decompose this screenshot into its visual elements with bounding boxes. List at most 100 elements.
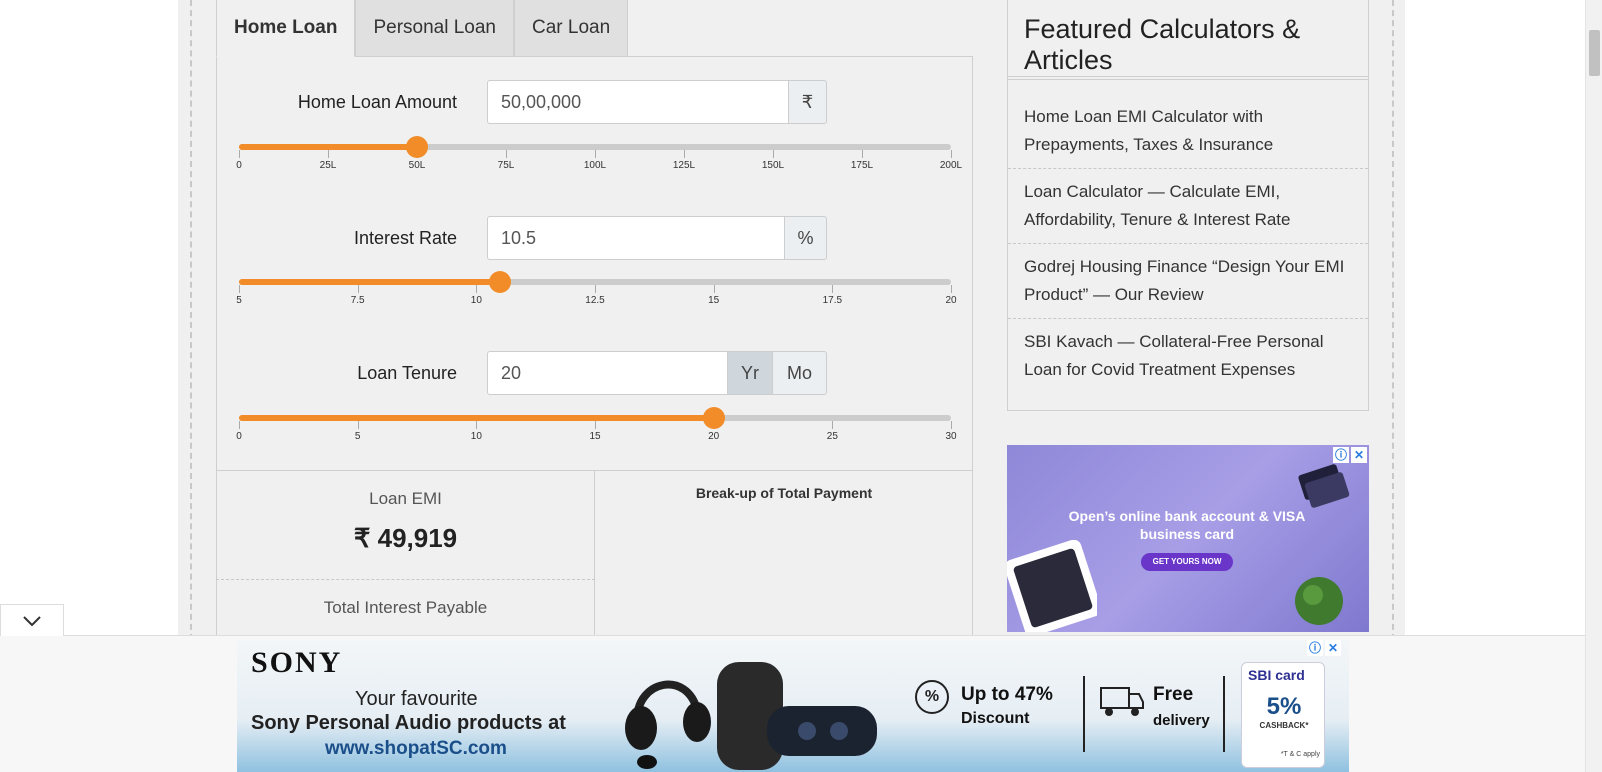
loan-emi-label: Loan EMI (369, 489, 442, 508)
rupee-addon: ₹ (788, 80, 827, 124)
slider-tick-label: 150L (761, 160, 785, 171)
loan-amount-input[interactable] (487, 80, 789, 124)
tablet-illustration (1007, 540, 1097, 632)
slider-tick (951, 421, 952, 429)
info-icon[interactable]: ⓘ (1307, 640, 1323, 656)
slider-thumb[interactable] (702, 407, 725, 429)
slider-tick-label: 0 (236, 431, 242, 442)
slider-tick-label: 30 (945, 431, 957, 442)
slider-tick-label: 12.5 (585, 295, 605, 306)
promo-free-sub: delivery (1153, 712, 1210, 729)
slider-tick-label: 20 (945, 295, 957, 306)
slider-tick-label: 25 (826, 431, 838, 442)
results-divider (216, 579, 595, 580)
close-icon[interactable]: ✕ (1325, 640, 1341, 656)
slider-tick-label: 200L (939, 160, 963, 171)
breakup-chart-title: Break-up of Total Payment (695, 485, 873, 501)
slider-tick (476, 421, 478, 429)
slider-tick-label: 5 (236, 295, 242, 306)
tenure-month-toggle[interactable]: Mo (772, 351, 827, 395)
slider-tick (832, 421, 834, 429)
slider-tick (328, 150, 329, 158)
slider-tick (595, 150, 596, 158)
tab-home-loan[interactable]: Home Loan (216, 0, 356, 57)
info-icon[interactable]: ⓘ (1333, 447, 1349, 463)
bottom-ad-controls: ⓘ ✕ (1307, 640, 1341, 656)
interest-rate-slider[interactable]: 5 7.5 10 12.5 15 17.5 20 (236, 271, 957, 315)
loan-type-tabs: Home Loan Personal Loan Car Loan (216, 0, 629, 57)
bottom-advertisement[interactable]: SONY Your favourite Sony Personal Audio … (237, 640, 1349, 772)
sony-logo: SONY (251, 646, 343, 679)
featured-article-link[interactable]: SBI Kavach — Collateral-Free Personal Lo… (1008, 328, 1368, 384)
slider-tick-label: 7.5 (350, 295, 365, 306)
article-divider (1008, 243, 1368, 244)
slider-tick (832, 285, 834, 293)
loan-amount-slider[interactable]: 0 25L 50L 75L 100L 125L 150L 175L 200L (236, 136, 962, 180)
interest-rate-label: Interest Rate (353, 228, 457, 248)
truck-icon (1100, 687, 1144, 716)
featured-article-link[interactable]: Loan Calculator — Calculate EMI, Afforda… (1008, 178, 1368, 234)
slider-tick (684, 150, 685, 158)
slider-tick (595, 285, 596, 293)
tenure-year-toggle[interactable]: Yr (727, 351, 773, 395)
ad-line-1: Your favourite (355, 688, 478, 710)
slider-thumb[interactable] (406, 136, 428, 158)
loan-tenure-row: Loan Tenure Yr Mo (216, 351, 973, 395)
promo-discount-title: Up to 47% (961, 684, 1053, 705)
slider-tick-label: 25L (319, 160, 337, 171)
slider-fill (239, 279, 501, 285)
slider-tick (357, 285, 359, 293)
page-scrollbar[interactable] (1585, 0, 1602, 772)
promo-free-title: Free (1153, 684, 1194, 705)
ad-line-2: Sony Personal Audio products at (251, 712, 566, 734)
tab-personal-loan[interactable]: Personal Loan (355, 0, 514, 57)
slider-tick (773, 150, 774, 158)
loan-emi-value: ₹ 49,919 (353, 523, 458, 553)
side-ad-headline: Open’s online bank account & VISA busine… (1068, 508, 1306, 542)
slider-tick (239, 421, 240, 429)
slider-tick (476, 285, 478, 293)
plant-illustration (1295, 577, 1343, 625)
side-ad-cta-button[interactable]: GET YOURS NOW (1141, 553, 1233, 571)
slider-tick-label: 15 (589, 431, 601, 442)
sbi-card-cashback: CASHBACK* (1259, 721, 1309, 730)
featured-article-link[interactable]: Godrej Housing Finance “Design Your EMI … (1008, 253, 1368, 309)
percent-addon: % (784, 216, 827, 260)
slider-tick (239, 150, 240, 158)
article-divider (1008, 318, 1368, 319)
featured-title: Featured Calculators & Articles (1024, 14, 1301, 75)
slider-tick-label: 20 (708, 431, 720, 442)
loan-tenure-input[interactable] (487, 351, 728, 395)
slider-tick (862, 150, 863, 158)
headphones-speaker-illustration (625, 662, 877, 770)
slider-tick-label: 125L (672, 160, 696, 171)
slider-tick (357, 421, 359, 429)
featured-article-link[interactable]: Home Loan EMI Calculator with Prepayment… (1008, 103, 1368, 159)
slider-tick-label: 100L (583, 160, 607, 171)
scrollbar-thumb[interactable] (1589, 30, 1600, 76)
loan-amount-label: Home Loan Amount (297, 92, 457, 112)
close-icon[interactable]: ✕ (1351, 447, 1367, 463)
chevron-down-icon[interactable] (0, 604, 64, 636)
slider-tick (595, 421, 596, 429)
interest-rate-input[interactable] (487, 216, 785, 260)
slider-tick-label: 10 (470, 295, 482, 306)
sbi-card-terms: *T & C apply (1280, 751, 1320, 758)
slider-tick (506, 150, 507, 158)
featured-title-rule (1008, 76, 1368, 80)
slider-tick (951, 285, 952, 293)
slider-tick-label: 75L (497, 160, 515, 171)
discount-icon: % (915, 680, 949, 714)
side-ad-controls: ⓘ ✕ (1333, 447, 1367, 463)
ad-url: www.shopatSC.com (325, 738, 507, 759)
tab-car-loan[interactable]: Car Loan (514, 0, 629, 57)
slider-tick-label: 17.5 (822, 295, 843, 306)
slider-tick-label: 5 (354, 431, 361, 442)
total-interest-label: Total Interest Payable (323, 598, 488, 617)
slider-thumb[interactable] (489, 271, 512, 293)
promo-discount-sub: Discount (961, 710, 1030, 727)
side-advertisement[interactable]: Open’s online bank account & VISA busine… (1007, 445, 1369, 632)
divider-left (190, 0, 192, 640)
slider-tick-label: 175L (850, 160, 874, 171)
loan-tenure-slider[interactable]: 0 5 10 15 20 25 30 (236, 407, 957, 451)
